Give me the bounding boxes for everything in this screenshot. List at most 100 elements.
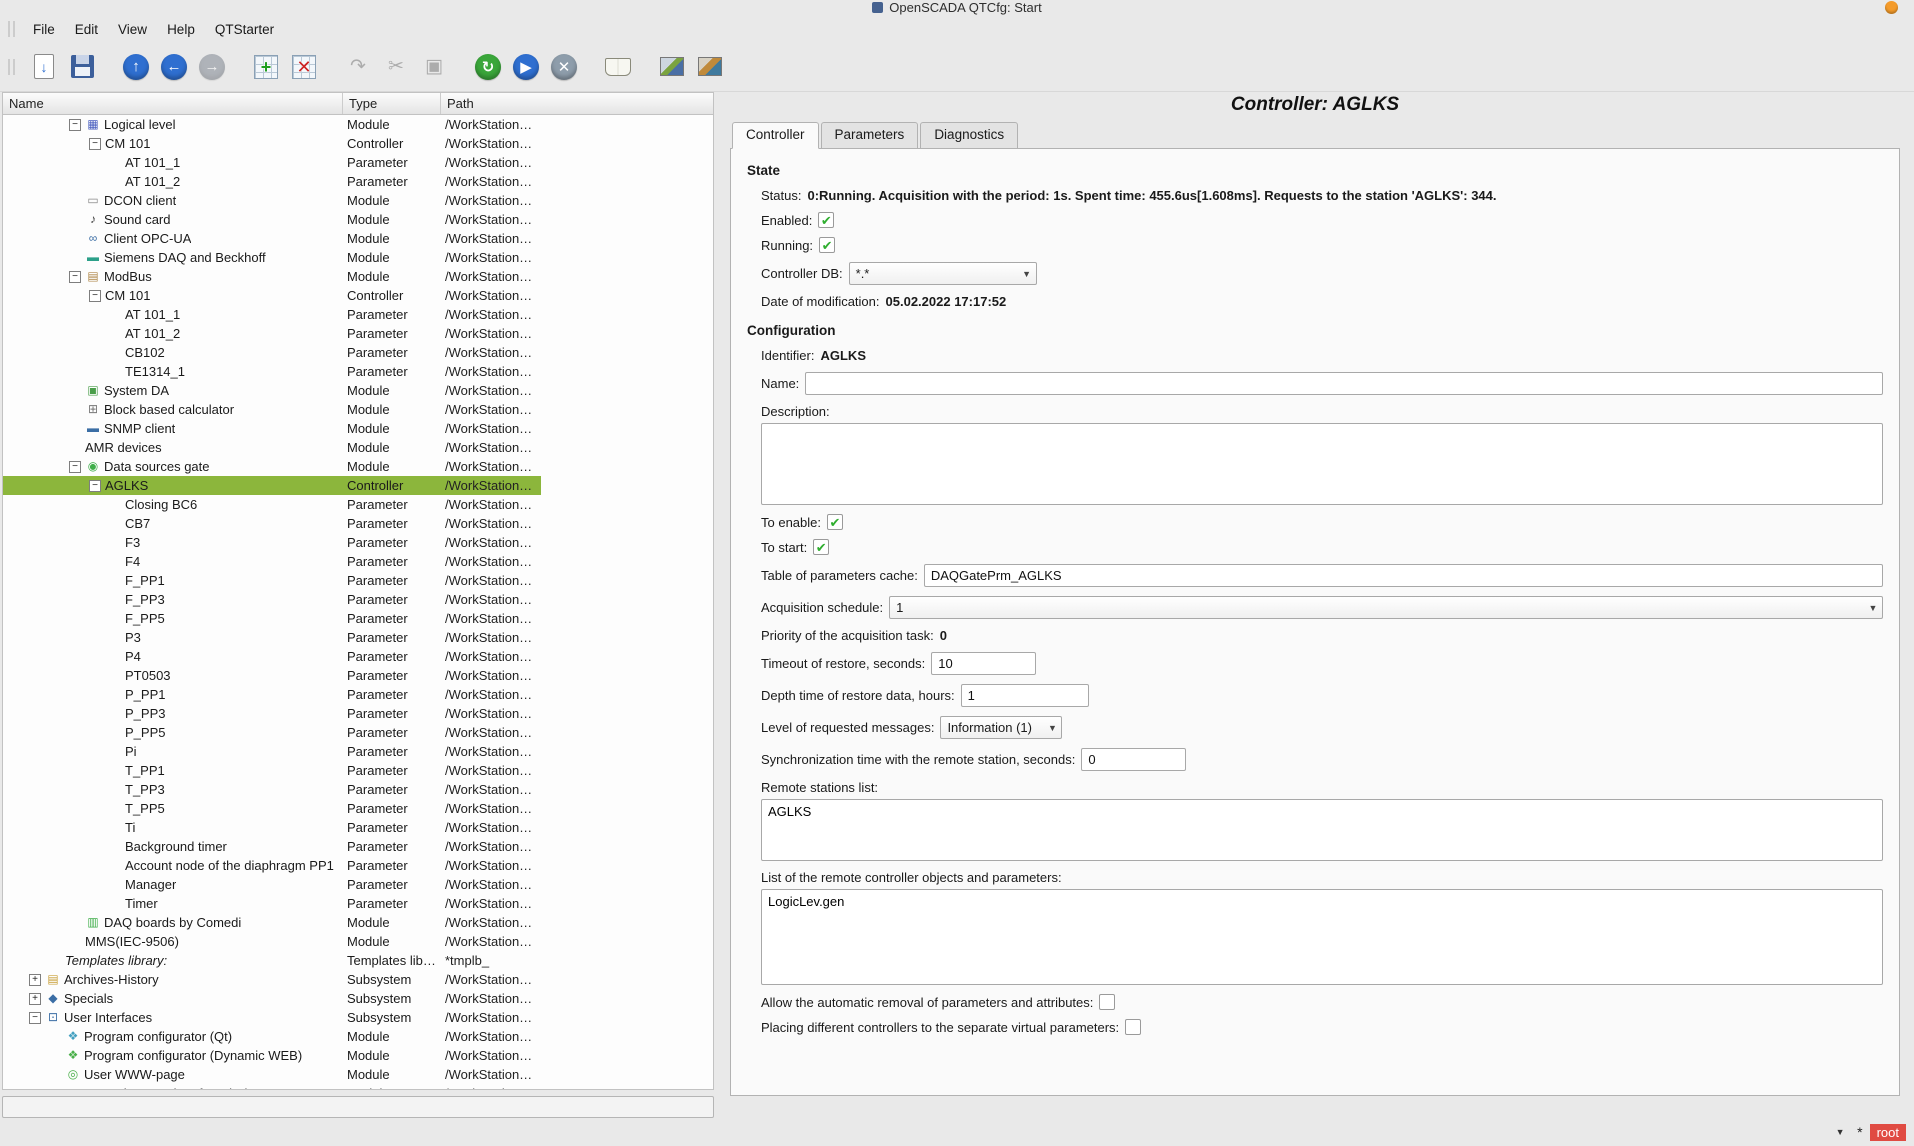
controller-db-combobox[interactable]: *.* ▼ <box>849 262 1037 285</box>
tree-row[interactable]: −AGLKSController/WorkStation… <box>3 476 541 495</box>
tab-diagnostics[interactable]: Diagnostics <box>920 122 1018 149</box>
tree-row[interactable]: Background timerParameter/WorkStation… <box>3 837 541 856</box>
remote-objects-textarea[interactable]: LogicLev.gen <box>761 889 1883 985</box>
add-item-button[interactable]: + <box>249 50 283 84</box>
auto-removal-checkbox[interactable] <box>1099 994 1115 1010</box>
collapse-icon[interactable]: − <box>69 119 81 131</box>
column-header-name[interactable]: Name <box>3 93 343 114</box>
up-button[interactable]: ↑ <box>119 50 153 84</box>
tree-row[interactable]: −◉Data sources gateModule/WorkStation… <box>3 457 541 476</box>
tree-row[interactable]: ❖Program configurator (Dynamic WEB)Modul… <box>3 1046 541 1065</box>
tree-row[interactable]: CB102Parameter/WorkStation… <box>3 343 541 362</box>
tree-row[interactable]: F_PP3Parameter/WorkStation… <box>3 590 541 609</box>
tree-row[interactable]: F3Parameter/WorkStation… <box>3 533 541 552</box>
collapse-icon[interactable]: − <box>69 271 81 283</box>
menu-qtstarter[interactable]: QTStarter <box>205 19 284 40</box>
qtcfg-window-button[interactable] <box>655 50 689 84</box>
window-control-button[interactable] <box>1885 1 1898 14</box>
vision-window-button[interactable] <box>693 50 727 84</box>
name-input[interactable] <box>805 372 1883 395</box>
tree-row[interactable]: +◆SpecialsSubsystem/WorkStation… <box>3 989 541 1008</box>
tree-row[interactable]: PT0503Parameter/WorkStation… <box>3 666 541 685</box>
tree-row[interactable]: ◎User WWW-pageModule/WorkStation… <box>3 1065 541 1084</box>
menu-view[interactable]: View <box>108 19 157 40</box>
tree-row[interactable]: AT 101_1Parameter/WorkStation… <box>3 153 541 172</box>
start-periodic-update-button[interactable]: ▶ <box>509 50 543 84</box>
restore-depth-input[interactable] <box>961 684 1089 707</box>
collapse-icon[interactable]: − <box>29 1012 41 1024</box>
description-textarea[interactable] <box>761 423 1883 505</box>
tree-row[interactable]: ♪Sound cardModule/WorkStation… <box>3 210 541 229</box>
tree-row[interactable]: F_PP1Parameter/WorkStation… <box>3 571 541 590</box>
tree-row[interactable]: ▭DCON clientModule/WorkStation… <box>3 191 541 210</box>
tree-row[interactable]: ▥DAQ boards by ComediModule/WorkStation… <box>3 913 541 932</box>
sync-time-input[interactable] <box>1081 748 1186 771</box>
remote-stations-textarea[interactable]: AGLKS <box>761 799 1883 861</box>
tree-row[interactable]: T_PP1Parameter/WorkStation… <box>3 761 541 780</box>
menu-help[interactable]: Help <box>157 19 205 40</box>
tree-row[interactable]: T_PP5Parameter/WorkStation… <box>3 799 541 818</box>
tree-row[interactable]: ManagerParameter/WorkStation… <box>3 875 541 894</box>
menubar-drag-handle[interactable] <box>8 21 15 37</box>
tree-row[interactable]: AT 101_2Parameter/WorkStation… <box>3 324 541 343</box>
collapse-icon[interactable]: − <box>69 461 81 473</box>
tree-row[interactable]: −⊡User InterfacesSubsystem/WorkStation… <box>3 1008 541 1027</box>
collapse-icon[interactable]: − <box>89 480 101 492</box>
tree-row[interactable]: ⊞Block based calculatorModule/WorkStatio… <box>3 400 541 419</box>
expand-icon[interactable]: + <box>29 993 41 1005</box>
column-header-type[interactable]: Type <box>343 93 441 114</box>
column-header-path[interactable]: Path <box>441 93 713 114</box>
toolbar-drag-handle[interactable] <box>8 59 15 75</box>
to-start-checkbox[interactable] <box>813 539 829 555</box>
refresh-button[interactable]: ↻ <box>471 50 505 84</box>
tree-row[interactable]: P4Parameter/WorkStation… <box>3 647 541 666</box>
save-to-db-button[interactable] <box>65 50 99 84</box>
tree-row[interactable]: CB7Parameter/WorkStation… <box>3 514 541 533</box>
delete-item-button[interactable]: ✕ <box>287 50 321 84</box>
tab-controller[interactable]: Controller <box>732 122 819 149</box>
params-cache-input[interactable] <box>924 564 1883 587</box>
tree-row[interactable]: ▬SNMP clientModule/WorkStation… <box>3 419 541 438</box>
back-button[interactable]: ← <box>157 50 191 84</box>
expand-icon[interactable]: + <box>29 974 41 986</box>
tree-row[interactable]: −▦Logical levelModule/WorkStation… <box>3 115 541 134</box>
tree-row[interactable]: Account node of the diaphragm PP1Paramet… <box>3 856 541 875</box>
message-level-combobox[interactable]: Information (1) ▼ <box>940 716 1062 739</box>
tree-row[interactable]: −CM 101Controller/WorkStation… <box>3 286 541 305</box>
user-badge[interactable]: root <box>1870 1124 1906 1141</box>
tree-row[interactable]: −▤ModBusModule/WorkStation… <box>3 267 541 286</box>
running-checkbox[interactable] <box>819 237 835 253</box>
tree-row[interactable]: TiParameter/WorkStation… <box>3 818 541 837</box>
tree-row[interactable]: AMR devicesModule/WorkStation… <box>3 438 541 457</box>
tree-row[interactable]: ❖Program configurator (Qt)Module/WorkSta… <box>3 1027 541 1046</box>
stop-button[interactable]: ✕ <box>547 50 581 84</box>
tree-row[interactable]: +▤Archives-HistorySubsystem/WorkStation… <box>3 970 541 989</box>
find-button[interactable] <box>601 50 635 84</box>
tray-dropdown-button[interactable]: ▼ <box>1830 1123 1850 1141</box>
tree-row[interactable]: ⊞Operation user interface (Qt)Module/Wor… <box>3 1084 541 1090</box>
tree-row[interactable]: P3Parameter/WorkStation… <box>3 628 541 647</box>
separate-virtual-checkbox[interactable] <box>1125 1019 1141 1035</box>
tree-row[interactable]: ▬Siemens DAQ and BeckhoffModule/WorkStat… <box>3 248 541 267</box>
collapse-icon[interactable]: − <box>89 290 101 302</box>
load-from-db-button[interactable]: ↓ <box>27 50 61 84</box>
tree-row[interactable]: PiParameter/WorkStation… <box>3 742 541 761</box>
tree-row[interactable]: AT 101_1Parameter/WorkStation… <box>3 305 541 324</box>
tab-parameters[interactable]: Parameters <box>821 122 919 149</box>
menu-edit[interactable]: Edit <box>65 19 108 40</box>
tree-row[interactable]: MMS(IEC-9506)Module/WorkStation… <box>3 932 541 951</box>
tree-row[interactable]: Templates library:Templates lib…*tmplb_ <box>3 951 541 970</box>
tree-row[interactable]: P_PP5Parameter/WorkStation… <box>3 723 541 742</box>
restore-timeout-input[interactable] <box>931 652 1036 675</box>
tree-row[interactable]: TimerParameter/WorkStation… <box>3 894 541 913</box>
tree-row[interactable]: P_PP1Parameter/WorkStation… <box>3 685 541 704</box>
tree-row[interactable]: Closing BC6Parameter/WorkStation… <box>3 495 541 514</box>
tree-row[interactable]: TE1314_1Parameter/WorkStation… <box>3 362 541 381</box>
menu-file[interactable]: File <box>23 19 65 40</box>
acquisition-schedule-combobox[interactable]: 1 ▼ <box>889 596 1883 619</box>
collapse-icon[interactable]: − <box>89 138 101 150</box>
tree-row[interactable]: −CM 101Controller/WorkStation… <box>3 134 541 153</box>
tree-row[interactable]: ▣System DAModule/WorkStation… <box>3 381 541 400</box>
tree-row[interactable]: ∞Client OPC-UAModule/WorkStation… <box>3 229 541 248</box>
tree-row[interactable]: F4Parameter/WorkStation… <box>3 552 541 571</box>
